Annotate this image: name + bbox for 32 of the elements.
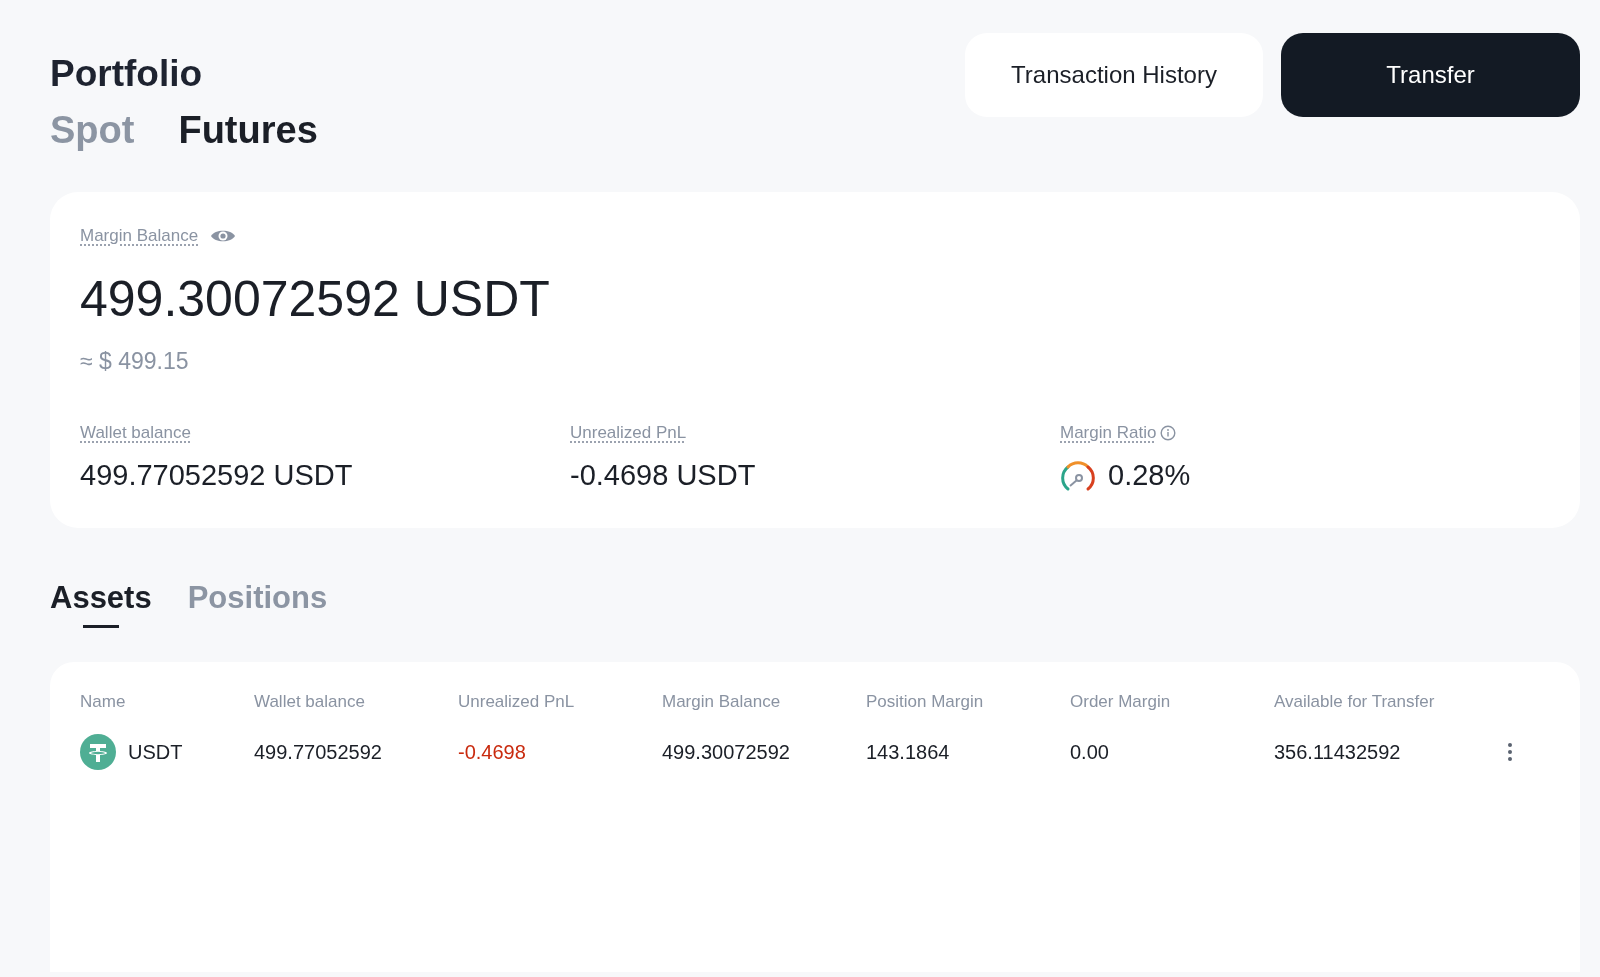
gauge-icon: [1060, 459, 1096, 492]
metric-value: 499.77052592 USDT: [80, 459, 353, 492]
column-header: Order Margin: [1070, 692, 1172, 713]
tab[interactable]: Assets: [50, 580, 152, 628]
column-header: Unrealized PnL: [458, 692, 576, 713]
tab[interactable]: Futures: [178, 109, 318, 152]
asset-name: USDT: [128, 740, 183, 764]
usd-approx: ≈ $ 499.15: [80, 348, 190, 375]
metric-label: Wallet balance: [80, 423, 191, 443]
column-header: Margin Balance: [662, 692, 782, 713]
metric-label: Margin Ratio: [1060, 423, 1157, 443]
column-header: Wallet balance: [254, 692, 366, 713]
table-cell-text: 356.11432592: [1274, 740, 1402, 764]
page-title: Portfolio: [50, 53, 203, 95]
table-cell-text: 0.00: [1070, 740, 1110, 764]
column-header: Position Margin: [866, 692, 985, 713]
table-cell-text: -0.4698: [458, 740, 527, 764]
table-cell-text: 499.30072592: [662, 740, 791, 764]
metric-value: 0.28%: [1108, 459, 1191, 492]
table-cell-text: 499.77052592: [254, 740, 383, 764]
more-options-icon[interactable]: [1508, 743, 1512, 761]
margin-balance-amount: 499.30072592 USDT: [80, 270, 551, 328]
info-icon[interactable]: [1160, 425, 1177, 441]
column-header: Available for Transfer: [1274, 692, 1436, 713]
column-header: Name: [80, 692, 127, 713]
metric-label: Unrealized PnL: [570, 423, 687, 443]
transfer-button[interactable]: Transfer: [1281, 33, 1580, 117]
metric-value: -0.4698 USDT: [570, 459, 756, 492]
margin-balance-label: Margin Balance: [80, 226, 199, 246]
table-cell-text: 143.1864: [866, 740, 951, 764]
history-button[interactable]: Transaction History: [965, 33, 1263, 117]
tether-coin-icon: [80, 734, 116, 770]
